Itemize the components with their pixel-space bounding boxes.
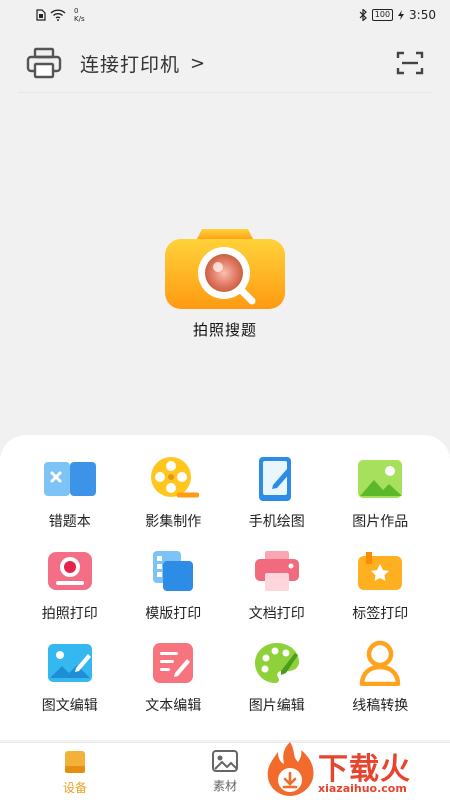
- text-edit-icon: [153, 643, 194, 683]
- film-reel-icon: [151, 457, 200, 498]
- tool-label: 错题本: [48, 514, 91, 530]
- connect-printer-link[interactable]: 连接打印机: [80, 50, 180, 77]
- network-speed: 0 K/s: [74, 7, 85, 23]
- tool-label: 影集制作: [145, 514, 202, 530]
- tool-image-text-edit[interactable]: 图文编辑: [18, 639, 122, 721]
- tool-label: 图文编辑: [41, 698, 98, 714]
- tool-image-edit[interactable]: 图片编辑: [225, 639, 329, 721]
- tab-label: 素材: [212, 779, 237, 793]
- tool-wrong-book[interactable]: 错题本: [18, 455, 122, 537]
- battery-indicator: 100: [371, 9, 394, 21]
- tab-label: 设备: [62, 781, 87, 795]
- camera-search-icon[interactable]: [164, 225, 286, 311]
- sketch-person-icon: [360, 640, 401, 686]
- tool-album[interactable]: 影集制作: [122, 455, 226, 537]
- palette-icon: [254, 643, 299, 683]
- tool-template-print[interactable]: 模版打印: [122, 547, 226, 629]
- printer-icon[interactable]: [26, 47, 62, 79]
- photo-search-card[interactable]: 拍照搜题: [0, 225, 450, 340]
- picture-icon: [358, 460, 403, 498]
- tool-label: 图片作品: [352, 514, 409, 530]
- bluetooth-icon: [359, 9, 367, 21]
- printer-icon: [254, 551, 299, 591]
- watermark-url: xiazaihuo.com: [318, 782, 407, 795]
- charging-icon: [398, 10, 405, 20]
- tool-label: 模版打印: [145, 606, 202, 622]
- tool-photo-print[interactable]: 拍照打印: [18, 547, 122, 629]
- tools-panel: 错题本 影集制作 手机绘图 图片作品 拍照打印 模版打印 文档打印 标签打印 图…: [0, 435, 450, 740]
- tool-label-print[interactable]: 标签打印: [329, 547, 433, 629]
- flame-logo-icon: [267, 742, 314, 796]
- tool-label: 手机绘图: [248, 514, 305, 530]
- sim-icon: [36, 9, 46, 21]
- tool-label: 图片编辑: [248, 698, 305, 714]
- tab-devices[interactable]: 设备: [35, 743, 115, 796]
- tablet-pen-icon: [258, 457, 291, 501]
- scan-icon[interactable]: [396, 50, 424, 76]
- tools-grid: 错题本 影集制作 手机绘图 图片作品 拍照打印 模版打印 文档打印 标签打印 图…: [18, 455, 432, 721]
- tool-label: 文本编辑: [145, 698, 202, 714]
- wifi-icon: [50, 9, 66, 21]
- tool-sketch-convert[interactable]: 线稿转换: [329, 639, 433, 721]
- clock: 3:50: [409, 8, 436, 22]
- device-icon: [65, 751, 85, 773]
- camera-print-icon: [47, 552, 92, 590]
- image-edit-icon: [47, 644, 92, 682]
- tool-text-edit[interactable]: 文本编辑: [122, 639, 226, 721]
- tool-draw[interactable]: 手机绘图: [225, 455, 329, 537]
- tool-label: 文档打印: [248, 606, 305, 622]
- header-divider: [18, 92, 432, 93]
- header: 连接打印机 >: [0, 38, 450, 88]
- status-bar: 0 K/s 100 3:50: [0, 0, 450, 30]
- image-icon: [212, 750, 238, 772]
- wrong-book-icon: [43, 462, 96, 496]
- tool-label: 标签打印: [352, 606, 409, 622]
- photo-search-label: 拍照搜题: [192, 321, 257, 339]
- tool-label: 线稿转换: [352, 698, 409, 714]
- chevron-right-icon[interactable]: >: [190, 53, 205, 74]
- tool-document-print[interactable]: 文档打印: [225, 547, 329, 629]
- tool-label: 拍照打印: [41, 606, 98, 622]
- tab-materials[interactable]: 素材: [185, 743, 265, 794]
- template-icon: [153, 551, 194, 591]
- tool-picture-works[interactable]: 图片作品: [329, 455, 433, 537]
- label-icon: [358, 552, 403, 590]
- watermark: 下载火 xiazaihuo.com: [262, 738, 450, 800]
